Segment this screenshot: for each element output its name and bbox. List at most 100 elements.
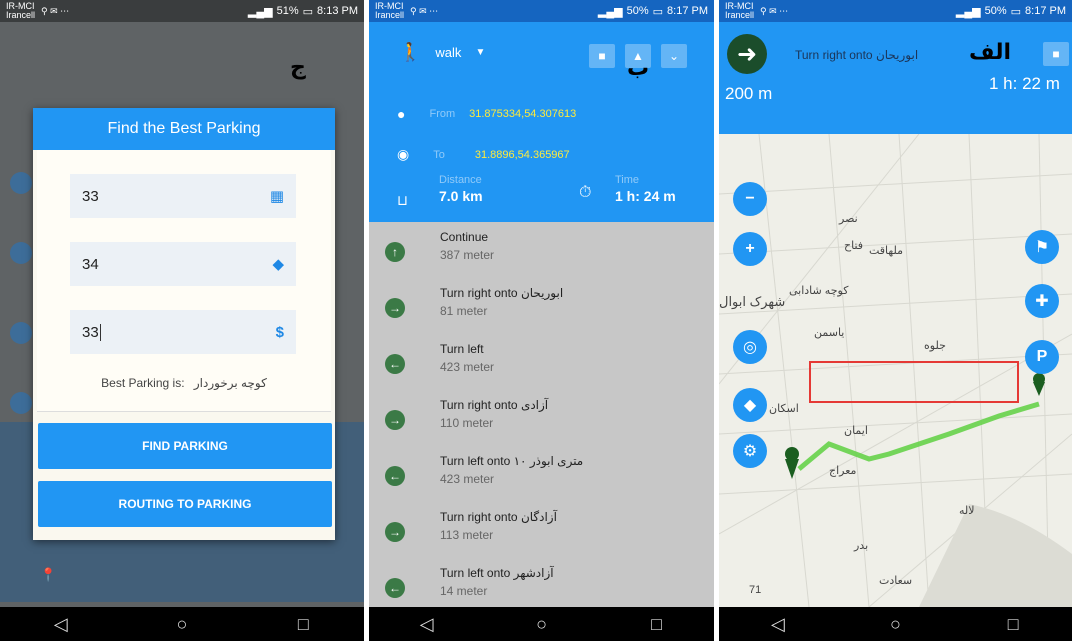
phone-screen-j: IR-MCI Irancell ⚲ ✉ ⋯ ▂▄▆ 51% ▭ 8:13 PM 📍 ج …: [0, 0, 364, 641]
dialog-body: 33 ▦ 34 ◆ 33 $ Best Parking is: کوچه برخ…: [37, 150, 331, 412]
expand-button[interactable]: ⌄: [661, 44, 687, 68]
nav-instruction: Turn right onto ابوریحان: [795, 48, 919, 62]
home-icon[interactable]: ○: [522, 614, 562, 635]
to-label: To: [433, 148, 445, 161]
direction-step[interactable]: → Turn right onto ابوریحان 81 meter: [369, 278, 714, 334]
parking-icon[interactable]: P: [1025, 340, 1059, 374]
battery-icon: ▭: [302, 5, 314, 18]
dim-fab: [10, 322, 32, 344]
status-bar: IR-MCI Irancell ⚲ ✉ ⋯ ▂▄▆ 50% ▭ 8:17 PM: [719, 0, 1072, 22]
direction-step[interactable]: ← Turn left 423 meter: [369, 334, 714, 390]
distance-icon: ⊔: [397, 192, 408, 208]
eta-value: 1 h: 22 m: [989, 74, 1060, 93]
step-title: Turn right onto آزادگان: [440, 510, 557, 524]
signal-icon: ▂▄▆: [247, 5, 273, 18]
step-title: Turn right onto آزادی: [440, 398, 549, 412]
dim-fab: [10, 392, 32, 414]
map-label: ایمان: [844, 425, 868, 437]
direction-step[interactable]: ↑ Continue 387 meter: [369, 222, 714, 278]
dim-fab: [10, 242, 32, 264]
step-distance: 387 meter: [440, 248, 495, 262]
status-bar: IR-MCI Irancell ⚲ ✉ ⋯ ▂▄▆ 50% ▭ 8:17 PM: [369, 0, 714, 22]
battery-text: 50%: [984, 5, 1007, 17]
home-icon[interactable]: ○: [875, 614, 915, 635]
zoom-out-button[interactable]: −: [733, 182, 767, 216]
stop-button[interactable]: ■: [1043, 42, 1069, 66]
to-value: 31.8896,54.365967: [474, 148, 570, 161]
panel-label-a: الف: [969, 40, 1012, 65]
start-pin-icon: [785, 447, 799, 479]
recents-icon[interactable]: □: [993, 614, 1033, 635]
dollar-icon: $: [275, 323, 284, 341]
routing-to-parking-button[interactable]: ROUTING TO PARKING: [38, 481, 332, 527]
back-icon[interactable]: ◁: [758, 614, 798, 635]
signal-icon: ▂▄▆: [597, 5, 623, 18]
directions-list: ↑ Continue 387 meter → Turn right onto ا…: [369, 222, 714, 607]
step-title: Continue: [440, 230, 489, 244]
map-label: بدر: [854, 540, 869, 552]
add-marker-icon[interactable]: ✚: [1025, 284, 1059, 318]
map-label: کوچه شادابی: [789, 285, 849, 297]
direction-icon: ◆: [272, 256, 284, 273]
time-value: 1 h: 24 m: [615, 188, 676, 204]
step-arrow-icon: →: [385, 522, 405, 542]
step-arrow-icon: ←: [385, 578, 405, 598]
back-icon[interactable]: ◁: [41, 614, 81, 635]
carrier-label: IR-MCI Irancell: [725, 1, 755, 20]
map-label: نصر: [839, 213, 858, 225]
zoom-in-button[interactable]: +: [733, 232, 767, 266]
map-label: جلوه: [924, 340, 946, 352]
from-label: From: [429, 108, 456, 120]
parking-dialog: Find the Best Parking 33 ▦ 34 ◆ 33 $ Bes…: [33, 108, 335, 540]
android-navbar: ◁ ○ □: [0, 607, 364, 641]
pin-icon: 📍: [40, 567, 57, 582]
direction-step[interactable]: ← Turn left onto آزادشهر 14 meter: [369, 558, 714, 614]
map-streets: [719, 134, 1072, 607]
recents-icon[interactable]: □: [637, 614, 677, 635]
find-parking-button[interactable]: FIND PARKING: [38, 423, 332, 469]
android-navbar: ◁ ○ □: [369, 607, 714, 641]
battery-icon: ▭: [652, 5, 664, 18]
step-arrow-icon: ↑: [385, 242, 405, 262]
field-3[interactable]: 33 $: [70, 310, 296, 354]
dropdown-arrow-icon: ▼: [475, 47, 486, 58]
route-line: [797, 401, 1040, 471]
stop-button[interactable]: ■: [589, 44, 615, 68]
mode-selector[interactable]: 🚶 walk ▼: [399, 42, 485, 63]
step-distance: 14 meter: [440, 584, 488, 598]
field-2[interactable]: 34 ◆: [70, 242, 296, 286]
field-2-value: 34: [82, 255, 99, 273]
distance-block: Distance 7.0 km: [439, 174, 483, 204]
home-icon[interactable]: ○: [162, 614, 202, 635]
step-distance: 423 meter: [440, 472, 495, 486]
from-row: ● From 31.875334,54.307613: [397, 106, 576, 122]
my-location-button[interactable]: ◎: [733, 330, 767, 364]
directions-button[interactable]: ◆: [733, 388, 767, 422]
to-row: ◉ To 31.8896,54.365967: [397, 146, 570, 163]
mode-label: walk: [435, 45, 462, 60]
finish-flag-icon[interactable]: ⚑: [1025, 230, 1059, 264]
route-summary-panel: 🚶 walk ▼ ■ ▲ ⌄ ب ● From 31.875334,54.307…: [369, 22, 714, 222]
step-arrow-icon: →: [385, 410, 405, 430]
recents-icon[interactable]: □: [283, 614, 323, 635]
timer-icon: ⏱: [579, 184, 592, 201]
map-view[interactable]: شهرک ابوال معراج بدر سعادت ایمان اسکان ج…: [719, 134, 1072, 607]
distance-label: Distance: [439, 174, 482, 186]
direction-step[interactable]: → Turn right onto آزادگان 113 meter: [369, 502, 714, 558]
step-arrow-icon: ←: [385, 466, 405, 486]
android-navbar: ◁ ○ □: [719, 607, 1072, 641]
best-parking-result: Best Parking is: کوچه برخوردار: [37, 376, 331, 390]
settings-gear-icon[interactable]: ⚙: [733, 434, 767, 468]
destination-pin-icon: ◉: [397, 146, 410, 162]
time-label: Time: [615, 174, 640, 186]
phone-screen-a: IR-MCI Irancell ⚲ ✉ ⋯ ▂▄▆ 50% ▭ 8:17 PM ➜ Tu…: [719, 0, 1072, 641]
carrier-label: IR-MCI Irancell: [375, 1, 405, 20]
distance-value: 7.0 km: [439, 188, 483, 204]
map-label: یاسمن: [814, 327, 845, 339]
step-distance: 423 meter: [440, 360, 495, 374]
map-label: سعادت: [879, 575, 913, 587]
field-1[interactable]: 33 ▦: [70, 174, 296, 218]
direction-step[interactable]: → Turn right onto آزادی 110 meter: [369, 390, 714, 446]
direction-step[interactable]: ← Turn left onto ۱۰ متری ابوذر 423 meter: [369, 446, 714, 502]
back-icon[interactable]: ◁: [407, 614, 447, 635]
